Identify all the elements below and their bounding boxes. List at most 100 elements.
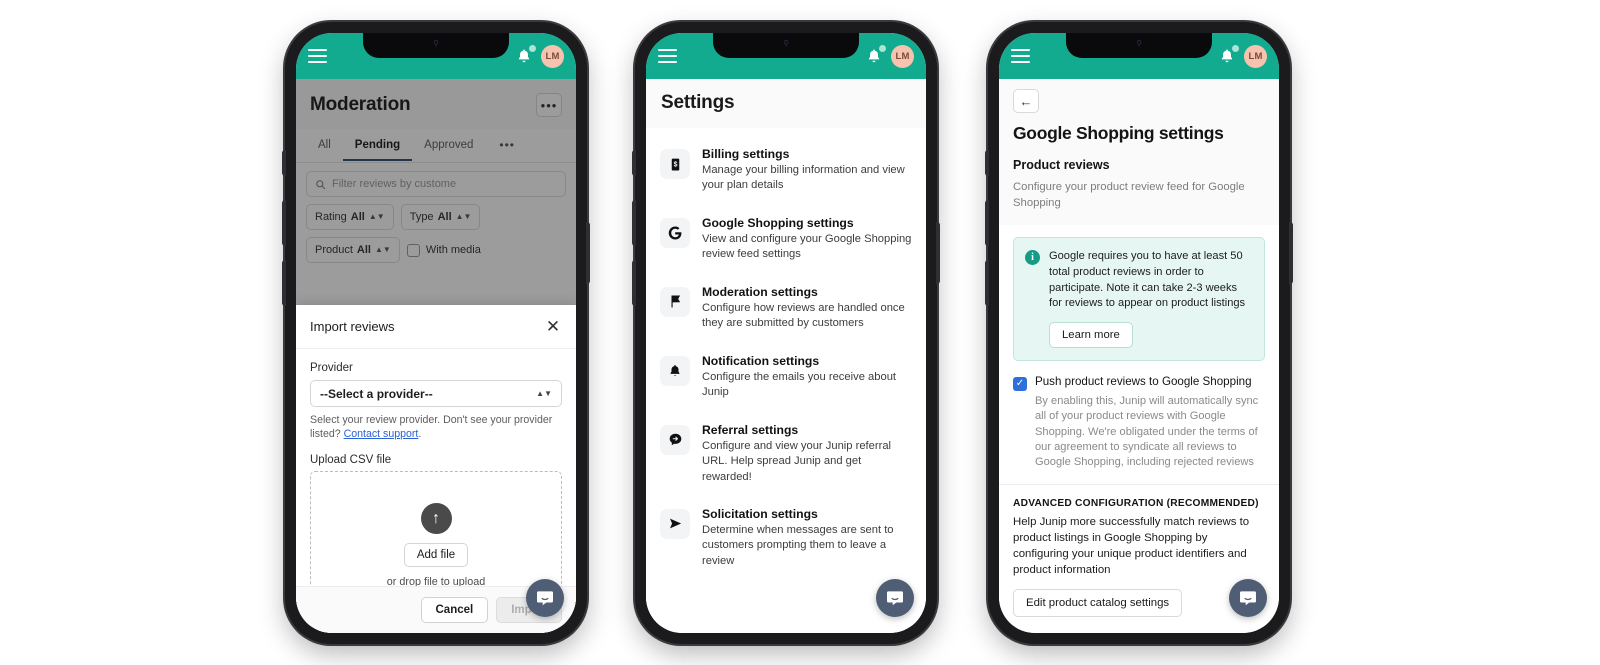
avatar[interactable]: LM [891,44,914,68]
referral-chat-arrow-icon [660,424,690,455]
phone-volume-up-button [985,200,989,246]
rating-filter-select[interactable]: Rating All ▲▼ [306,204,394,230]
intercom-launcher-button[interactable] [876,579,914,617]
settings-title-bar: Settings [646,79,926,128]
settings-item-billing[interactable]: $ Billing settings Manage your billing i… [660,136,912,205]
settings-item-text: Google Shopping settings View and config… [702,216,912,263]
intercom-chat-icon [887,591,903,606]
upload-arrow-icon: ↑ [420,503,452,535]
moderation-page: Moderation ••• All Pending Approved ••• … [296,79,576,633]
sheet-header: Import reviews ✕ [296,305,576,349]
advanced-config-heading: ADVANCED CONFIGURATION (RECOMMENDED) [1013,497,1259,509]
provider-select[interactable]: --Select a provider-- ▲▼ [310,380,562,407]
settings-item-text: Solicitation settings Determine when mes… [702,507,912,569]
phone-mockup-settings: LM ⚲ Settings $ Billing settings Manage … [632,22,940,644]
close-icon[interactable]: ✕ [544,318,562,335]
settings-item-title: Solicitation settings [702,506,818,521]
settings-item-title: Google Shopping settings [702,215,854,230]
hamburger-icon[interactable] [658,49,677,63]
google-g-icon [660,217,690,248]
google-shopping-settings-page: ← Google Shopping settings Product revie… [999,79,1279,633]
phone-screen: LM ⚲ ← Google Shopping settings Product … [999,33,1279,633]
intercom-launcher-button[interactable] [526,579,564,617]
phone-mute-switch [985,150,989,176]
sheet-body: Provider --Select a provider-- ▲▼ Select… [296,349,576,586]
settings-item-text: Moderation settings Configure how review… [702,285,912,332]
phone-volume-up-button [632,200,636,246]
notification-bell-button[interactable] [866,45,886,65]
phone-power-button [586,222,590,284]
search-input[interactable]: Filter reviews by custome [306,171,566,197]
app-header-actions: LM [516,44,564,68]
settings-item-moderation[interactable]: Moderation settings Configure how review… [660,274,912,343]
phone-screen: LM ⚲ Moderation ••• All Pending Approved… [296,33,576,633]
app-header-actions: LM [866,44,914,68]
notification-badge-dot [529,45,536,52]
notification-bell-button[interactable] [1219,45,1239,65]
product-filter-label: Product [315,244,353,256]
info-banner-text: Google requires you to have at least 50 … [1049,250,1246,310]
notch-sensor-icon: ⚲ [1136,39,1142,48]
edit-product-catalog-button[interactable]: Edit product catalog settings [1013,588,1183,617]
phone-notch: ⚲ [713,33,859,58]
settings-item-notification[interactable]: Notification settings Configure the emai… [660,343,912,412]
flag-icon [660,286,690,317]
more-options-button[interactable]: ••• [536,93,562,117]
page-title: Moderation [310,94,411,115]
settings-list: $ Billing settings Manage your billing i… [646,128,926,580]
section-title: Product reviews [1013,158,1110,172]
settings-item-text: Notification settings Configure the emai… [702,354,912,401]
settings-item-solicitation[interactable]: Solicitation settings Determine when mes… [660,496,912,580]
hamburger-icon[interactable] [308,49,327,63]
intercom-chat-icon [537,591,553,606]
settings-item-desc: Determine when messages are sent to cust… [702,523,894,567]
tab-all[interactable]: All [306,130,343,161]
arrow-left-icon[interactable]: ← [1013,89,1039,113]
notification-bell-button[interactable] [516,45,536,65]
intercom-launcher-button[interactable] [1229,579,1267,617]
settings-item-referral[interactable]: Referral settings Configure and view you… [660,412,912,496]
phone-volume-up-button [282,200,286,246]
notch-sensor-icon: ⚲ [783,39,789,48]
cancel-button[interactable]: Cancel [420,597,489,623]
with-media-checkbox[interactable]: With media [406,237,481,263]
phone-notch: ⚲ [363,33,509,58]
phone-power-button [936,222,940,284]
tab-approved[interactable]: Approved [412,130,485,161]
learn-more-button[interactable]: Learn more [1049,322,1133,349]
avatar[interactable]: LM [1244,44,1267,68]
type-filter-select[interactable]: Type All ▲▼ [400,204,481,230]
product-filter-select[interactable]: Product All ▲▼ [306,237,400,263]
provider-select-value: --Select a provider-- [320,386,433,401]
phone-power-button [1289,222,1293,284]
tab-overflow-menu[interactable]: ••• [485,129,527,162]
search-icon [316,179,326,189]
rating-filter-label: Rating [315,211,347,223]
avatar[interactable]: LM [541,44,564,68]
chevron-updown-icon: ▲▼ [368,212,385,221]
app-header-actions: LM [1219,44,1267,68]
dropzone-hint: or drop file to upload [386,576,486,586]
phone-volume-down-button [985,260,989,306]
phone-volume-down-button [632,260,636,306]
checkbox-checked-icon: ✓ [1013,377,1027,392]
add-file-button[interactable]: Add file [403,543,469,568]
push-reviews-label: Push product reviews to Google Shopping [1035,375,1252,389]
svg-text:$: $ [673,161,677,168]
chevron-updown-icon: ▲▼ [455,212,472,221]
contact-support-link[interactable]: Contact support [344,428,419,440]
intercom-chat-icon [1240,591,1256,606]
moderation-title-bar: Moderation ••• [296,79,576,129]
google-shopping-body: i Google requires you to have at least 5… [999,225,1279,617]
file-dropzone[interactable]: ↑ Add file or drop file to upload [310,470,562,586]
chevron-updown-icon: ▲▼ [536,388,552,398]
phone-mockup-moderation: LM ⚲ Moderation ••• All Pending Approved… [282,22,590,644]
settings-item-google-shopping[interactable]: Google Shopping settings View and config… [660,205,912,274]
settings-item-title: Billing settings [702,147,790,161]
push-reviews-checkbox[interactable]: ✓ Push product reviews to Google Shoppin… [1013,375,1265,392]
advanced-config-desc: Help Junip more successfully match revie… [1013,515,1250,576]
hamburger-icon[interactable] [1011,49,1030,63]
push-reviews-desc: By enabling this, Junip will automatical… [1035,395,1259,469]
tab-pending[interactable]: Pending [342,130,413,161]
settings-item-desc: Configure the emails you receive about J… [702,370,897,399]
